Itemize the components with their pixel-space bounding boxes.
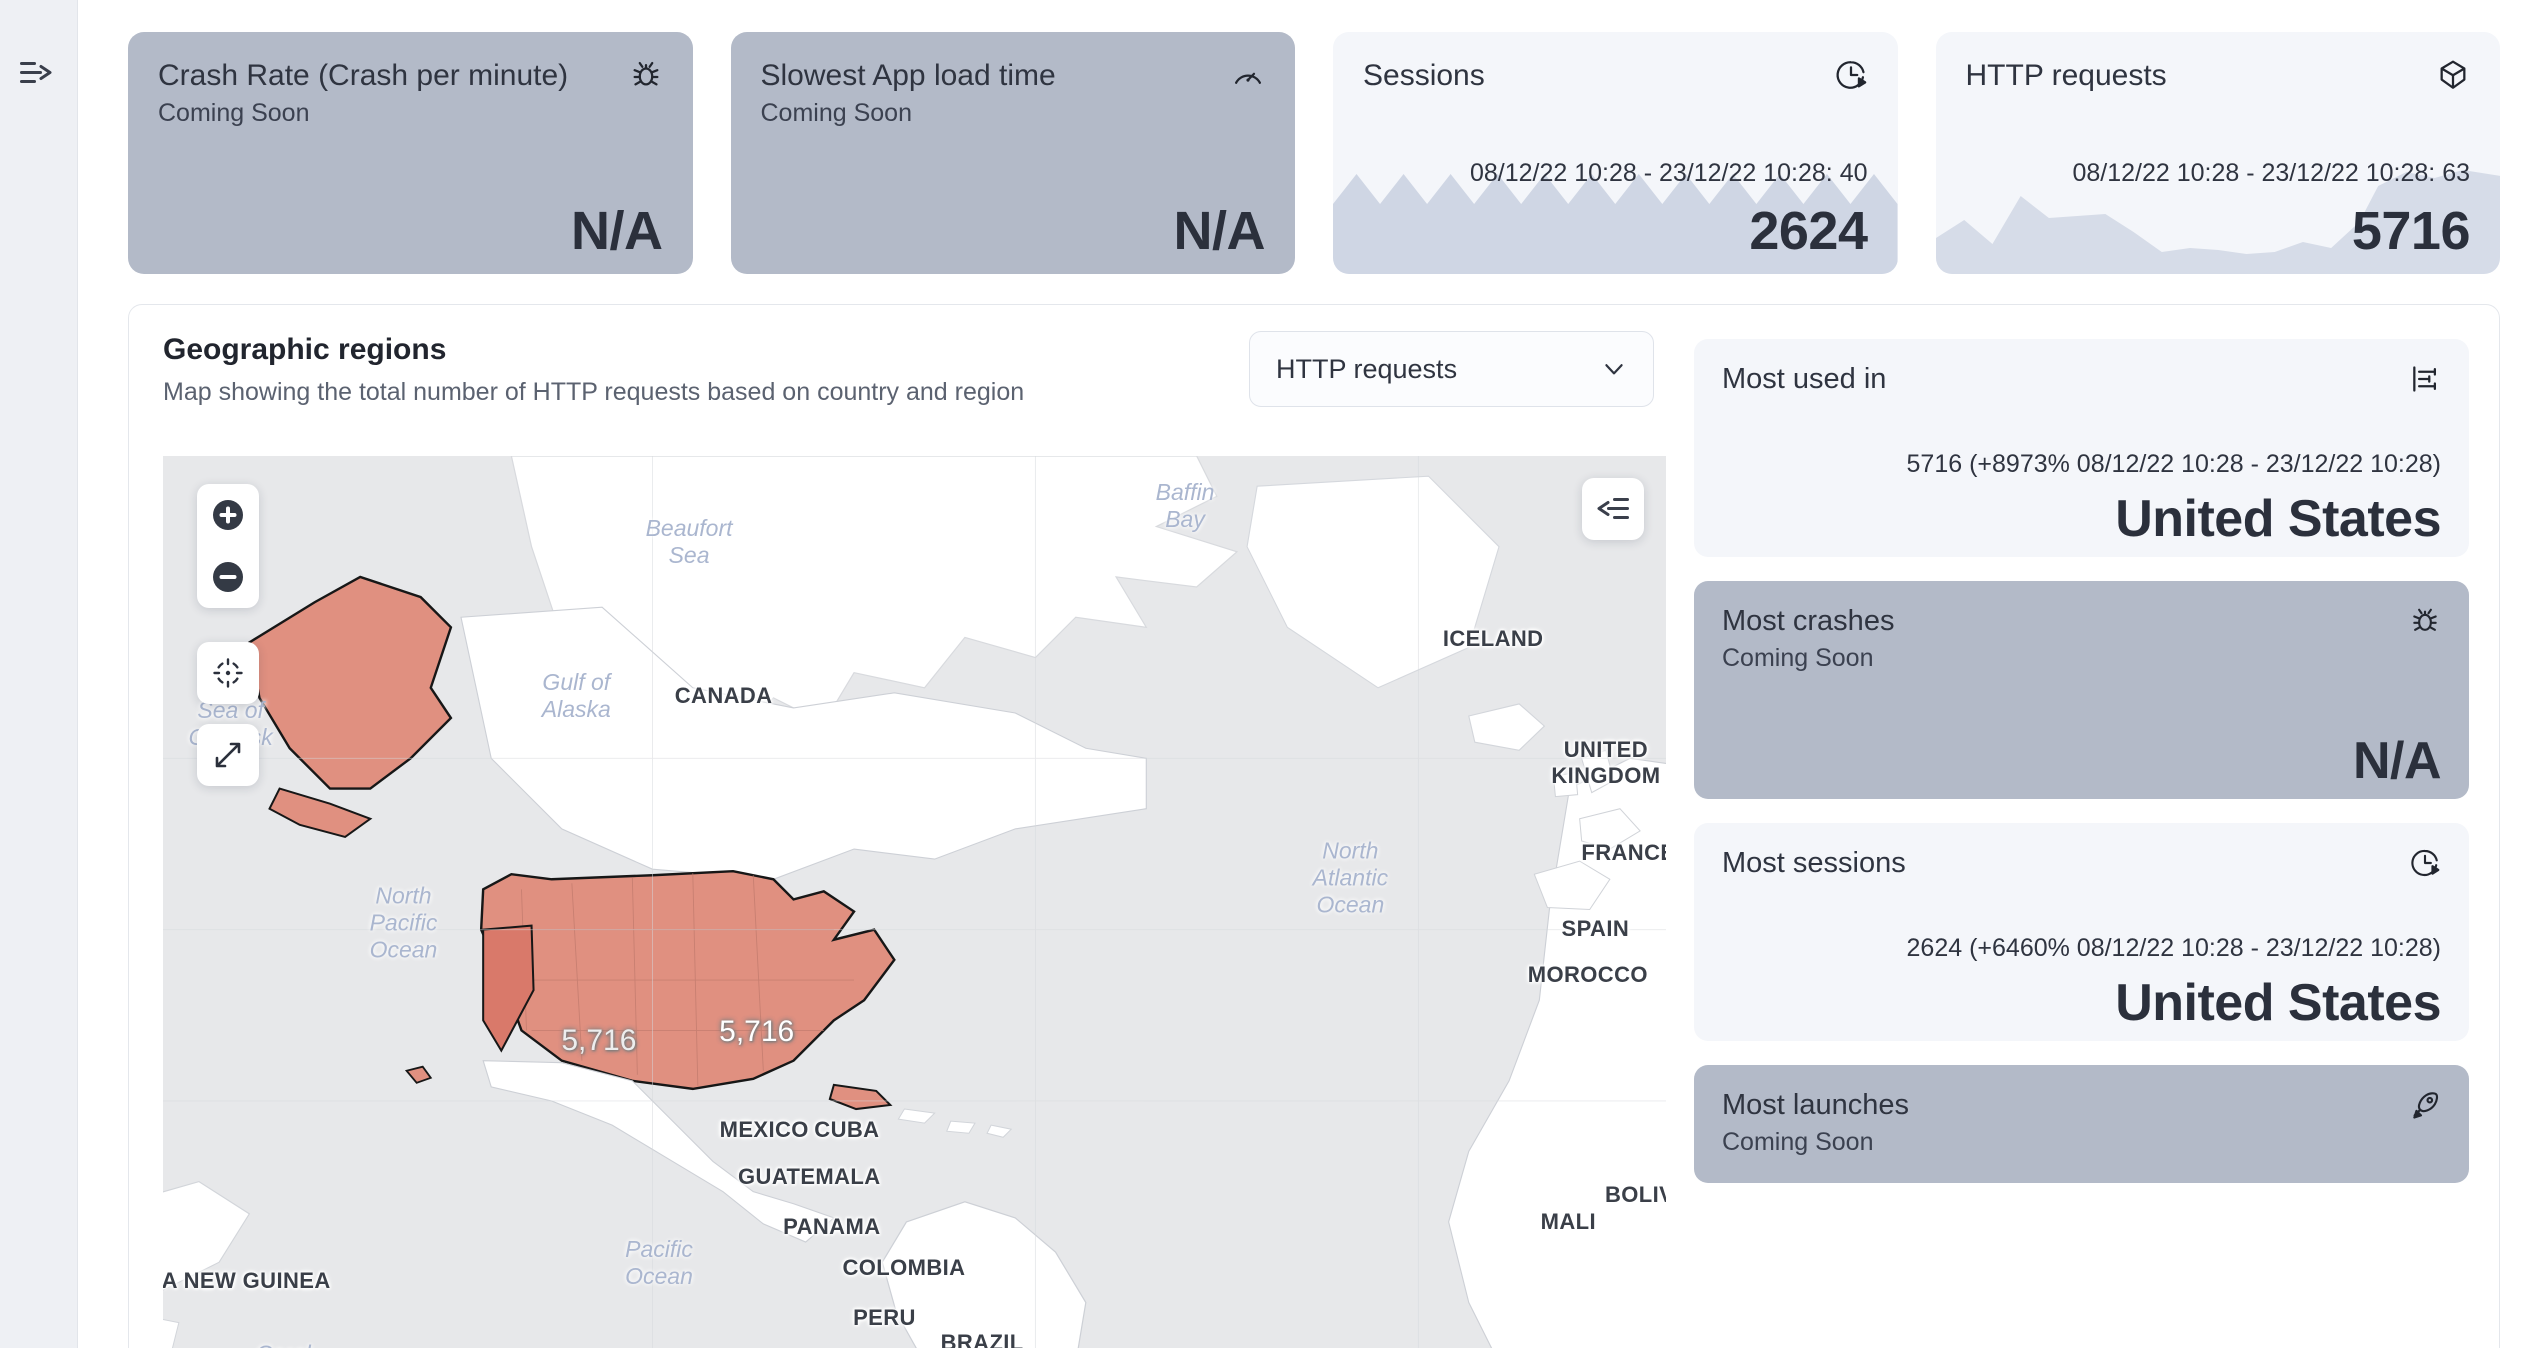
map-fullscreen-control <box>197 724 259 786</box>
geographic-regions-panel: Geographic regions Map showing the total… <box>128 304 2500 1348</box>
kpi-range: 08/12/22 10:28 - 23/12/22 10:28: 40 <box>1469 159 1868 187</box>
side-card-value: N/A <box>2352 732 2442 790</box>
side-card-value: United States <box>2115 490 2441 548</box>
page-title: Geographic regions <box>163 333 447 366</box>
side-card-most-used-in[interactable]: Most used in 5716 (+8973% 08/12/22 10:28… <box>1694 339 2469 557</box>
kpi-value: 2624 <box>1749 201 1868 261</box>
clock-play-icon <box>1834 58 1868 92</box>
side-card-subtitle: Coming Soon <box>1722 1128 1874 1156</box>
kpi-value: 5716 <box>2351 201 2471 261</box>
left-rail <box>0 0 78 1348</box>
chevron-down-icon <box>1601 356 1627 382</box>
geo-left-column: Geographic regions Map showing the total… <box>163 331 1666 1348</box>
side-card-header: Most sessions <box>1722 847 2441 880</box>
map-zoom-controls <box>197 484 259 608</box>
kpi-row: Crash Rate (Crash per minute) Coming Soo… <box>128 16 2500 274</box>
app-root: Crash Rate (Crash per minute) Coming Soo… <box>0 0 2530 1348</box>
kpi-title: HTTP requests <box>1965 59 2167 92</box>
side-card-subtitle: Coming Soon <box>1722 644 1874 672</box>
kpi-value: N/A <box>1173 201 1266 261</box>
metric-select[interactable]: HTTP requests <box>1249 331 1654 407</box>
clock-play-icon <box>2409 847 2441 879</box>
kpi-card-http-requests[interactable]: HTTP requests 08/12/22 10:28 - 23/12/22 … <box>1935 32 2500 274</box>
side-card-most-crashes[interactable]: Most crashes Coming Soon N/A <box>1694 581 2469 799</box>
side-card-header: Most launches <box>1722 1089 2441 1122</box>
world-map[interactable]: 5,716 5,716 CANADA ICELAND UNITED KINGDO… <box>163 456 1666 1348</box>
bug-icon <box>2409 605 2441 637</box>
zoom-out-button[interactable] <box>197 546 259 608</box>
basemap-shapes <box>163 456 1666 1348</box>
kpi-header: HTTP requests <box>1966 58 2471 95</box>
kpi-header: Crash Rate (Crash per minute) <box>158 58 663 95</box>
kpi-range: 08/12/22 10:28 - 23/12/22 10:28: 63 <box>2072 159 2470 187</box>
geo-header-row: Geographic regions Map showing the total… <box>163 331 1666 407</box>
kpi-card-sessions[interactable]: Sessions 08/12/22 10:28 - 23/12/22 10:28… <box>1333 32 1898 274</box>
kpi-title: Slowest App load time <box>760 59 1056 92</box>
main-content: Crash Rate (Crash per minute) Coming Soo… <box>78 0 2530 1348</box>
side-card-most-sessions[interactable]: Most sessions 2624 (+6460% 08/12/22 10:2… <box>1694 823 2469 1041</box>
side-card-most-launches[interactable]: Most launches Coming Soon <box>1694 1065 2469 1183</box>
expand-icon[interactable] <box>197 724 259 786</box>
menu-expand-icon[interactable] <box>14 55 58 91</box>
locate-icon[interactable] <box>197 642 259 704</box>
geo-side-cards: Most used in 5716 (+8973% 08/12/22 10:28… <box>1694 331 2469 1348</box>
kpi-value: N/A <box>571 201 663 261</box>
kpi-card-crash-rate[interactable]: Crash Rate (Crash per minute) Coming Soo… <box>128 32 693 274</box>
side-card-title: Most crashes <box>1722 605 1895 637</box>
kpi-title: Sessions <box>1363 59 1485 92</box>
kpi-header: Slowest App load time <box>761 58 1266 95</box>
side-card-range: 2624 (+6460% 08/12/22 10:28 - 23/12/22 1… <box>1906 934 2441 962</box>
gauge-icon <box>1231 58 1265 92</box>
cube-icon <box>2436 58 2470 92</box>
metric-select-value: HTTP requests <box>1276 353 1458 384</box>
side-card-range: 5716 (+8973% 08/12/22 10:28 - 23/12/22 1… <box>1906 450 2441 478</box>
geo-title-block: Geographic regions Map showing the total… <box>163 331 1024 407</box>
side-card-title: Most launches <box>1722 1089 1909 1121</box>
kpi-title: Crash Rate (Crash per minute) <box>158 59 569 92</box>
side-card-title: Most used in <box>1722 363 1887 395</box>
rocket-icon <box>2409 1089 2441 1121</box>
map-locate-control <box>197 642 259 704</box>
geo-description: Map showing the total number of HTTP req… <box>163 378 1025 406</box>
side-card-value: United States <box>2115 974 2441 1032</box>
kpi-subtitle: Coming Soon <box>158 98 310 127</box>
collapse-panel-icon[interactable] <box>1582 478 1644 540</box>
kpi-card-slowest-app-load-time[interactable]: Slowest App load time Coming Soon N/A <box>730 32 1295 274</box>
zoom-in-button[interactable] <box>197 484 259 546</box>
side-card-header: Most crashes <box>1722 605 2441 638</box>
side-card-title: Most sessions <box>1722 847 1906 879</box>
kpi-header: Sessions <box>1363 58 1868 95</box>
kpi-subtitle: Coming Soon <box>760 98 912 127</box>
bug-icon <box>629 58 663 92</box>
bar-list-icon <box>2409 363 2441 395</box>
side-card-header: Most used in <box>1722 363 2441 396</box>
